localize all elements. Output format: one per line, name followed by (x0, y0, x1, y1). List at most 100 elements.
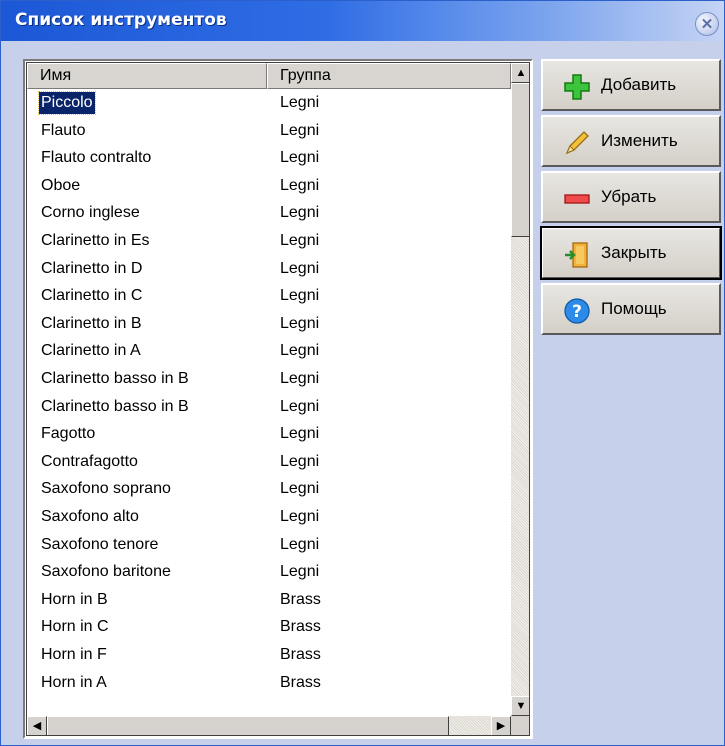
close-button[interactable]: Закрыть (540, 226, 722, 280)
help-button[interactable]: ? Помощь (541, 283, 721, 335)
plus-icon (564, 74, 590, 100)
instrument-group: Legni (280, 535, 320, 553)
list-item[interactable]: Clarinetto basso in B Legni (27, 393, 511, 422)
vertical-scroll-thumb[interactable] (511, 83, 529, 237)
vertical-scrollbar[interactable]: ▲ ▼ (511, 63, 529, 716)
instrument-name: Contrafagotto (41, 452, 138, 470)
scroll-down-button[interactable]: ▼ (511, 696, 529, 716)
instrument-list-view: Имя Группа Piccolo Legni Flauto Legni Flauto… (23, 59, 533, 739)
list-item[interactable]: Contrafagotto Legni (27, 448, 511, 477)
add-button[interactable]: Добавить (541, 59, 721, 111)
instrument-name: Piccolo (38, 91, 96, 115)
remove-button[interactable]: Убрать (541, 171, 721, 223)
instrument-name: Clarinetto basso in B (41, 397, 189, 415)
list-header: Имя Группа (27, 63, 511, 89)
instrument-name: Clarinetto in C (41, 287, 143, 305)
remove-button-label: Убрать (601, 187, 657, 206)
horizontal-scrollbar[interactable]: ◀ ▶ (27, 716, 511, 735)
instrument-name: Saxofono soprano (41, 480, 171, 498)
instrument-name: Oboe (41, 176, 81, 194)
close-icon: ✕ (700, 16, 714, 33)
instrument-group: Legni (280, 370, 320, 387)
instrument-group: Legni (280, 508, 320, 525)
instrument-name: Horn in C (41, 618, 109, 636)
list-item[interactable]: Clarinetto basso in B Legni (27, 365, 511, 394)
instrument-name: Clarinetto in B (41, 314, 142, 332)
instrument-name: Clarinetto in A (41, 342, 141, 360)
exit-door-icon (565, 242, 588, 268)
title-bar[interactable]: Список инструментов ✕ (1, 1, 724, 41)
instrument-group: Legni (280, 259, 320, 277)
instrument-name: Horn in B (41, 590, 108, 608)
scroll-right-button[interactable]: ▶ (491, 716, 511, 735)
list-item[interactable]: Fagotto Legni (27, 420, 511, 449)
instrument-name: Flauto contralto (41, 149, 152, 167)
instrument-group: Brass (280, 646, 321, 663)
edit-button[interactable]: Изменить (541, 115, 721, 167)
instrument-name: Clarinetto in D (41, 259, 143, 277)
column-header-name[interactable]: Имя (27, 63, 267, 89)
horizontal-scroll-thumb[interactable] (47, 716, 449, 735)
instrument-group: Brass (280, 673, 321, 691)
instrument-group: Legni (280, 121, 320, 139)
instrument-group: Legni (280, 176, 320, 194)
add-button-label: Добавить (601, 75, 677, 94)
scrollbar-corner (511, 716, 529, 735)
close-button-label: Закрыть (601, 243, 667, 262)
instrument-group: Legni (280, 563, 320, 581)
instrument-name: Clarinetto basso in B (41, 370, 189, 387)
instrument-group: Brass (280, 590, 321, 608)
instrument-group: Brass (280, 618, 321, 636)
window-title: Список инструментов (15, 10, 227, 30)
list-item[interactable]: Saxofono tenore Legni (27, 531, 511, 560)
instrument-name: Horn in F (41, 646, 107, 663)
arrow-left-icon: ◀ (32, 719, 42, 732)
instrument-name: Horn in A (41, 673, 107, 691)
list-item[interactable]: Saxofono alto Legni (27, 503, 511, 532)
list-item[interactable]: Horn in A Brass (27, 669, 511, 698)
scroll-left-button[interactable]: ◀ (27, 716, 47, 735)
list-item[interactable]: Flauto contralto Legni (27, 144, 511, 173)
instrument-group: Legni (280, 397, 320, 415)
list-item[interactable]: Saxofono soprano Legni (27, 475, 511, 504)
instrument-name: Flauto (41, 121, 86, 139)
help-icon: ? (564, 298, 590, 324)
arrow-up-icon: ▲ (515, 66, 527, 79)
list-item[interactable]: Corno inglese Legni (27, 199, 511, 228)
pencil-icon (565, 131, 589, 155)
instrument-name: Fagotto (41, 425, 96, 443)
instrument-group: Legni (280, 452, 320, 470)
close-window-button[interactable]: ✕ (695, 12, 719, 36)
instrument-group: Legni (280, 287, 320, 305)
list-item[interactable]: Horn in C Brass (27, 613, 511, 642)
instrument-group: Legni (280, 204, 320, 222)
list-item[interactable]: Saxofono baritone Legni (27, 558, 511, 587)
list-item[interactable]: Clarinetto in D Legni (27, 255, 511, 284)
list-item[interactable]: Horn in B Brass (27, 586, 511, 615)
instrument-group: Legni (280, 149, 320, 167)
arrow-down-icon: ▼ (515, 699, 527, 712)
list-item[interactable]: Flauto Legni (27, 117, 511, 146)
list-item[interactable]: Clarinetto in C Legni (27, 282, 511, 311)
list-item[interactable]: Horn in F Brass (27, 641, 511, 670)
instrument-name: Saxofono baritone (41, 563, 171, 581)
instrument-group: Legni (280, 342, 320, 360)
list-item[interactable]: Clarinetto in Es Legni (27, 227, 511, 256)
help-button-label: Помощь (601, 299, 667, 318)
instrument-name: Saxofono alto (41, 508, 139, 525)
instrument-group: Legni (280, 94, 320, 111)
minus-icon (564, 194, 590, 204)
list-item[interactable]: Clarinetto in A Legni (27, 337, 511, 366)
instrument-name: Clarinetto in Es (41, 232, 150, 249)
arrow-right-icon: ▶ (496, 719, 506, 732)
instrument-group: Legni (280, 232, 320, 249)
instrument-list-dialog: Список инструментов ✕ Имя Группа Piccolo… (0, 0, 725, 746)
instrument-name: Corno inglese (41, 204, 140, 222)
list-item[interactable]: Clarinetto in B Legni (27, 310, 511, 339)
list-item[interactable]: Piccolo Legni (27, 89, 511, 118)
instrument-name: Saxofono tenore (41, 535, 159, 553)
instrument-group: Legni (280, 314, 320, 332)
scroll-up-button[interactable]: ▲ (511, 63, 529, 83)
list-item[interactable]: Oboe Legni (27, 172, 511, 201)
column-header-group[interactable]: Группа (267, 63, 511, 89)
